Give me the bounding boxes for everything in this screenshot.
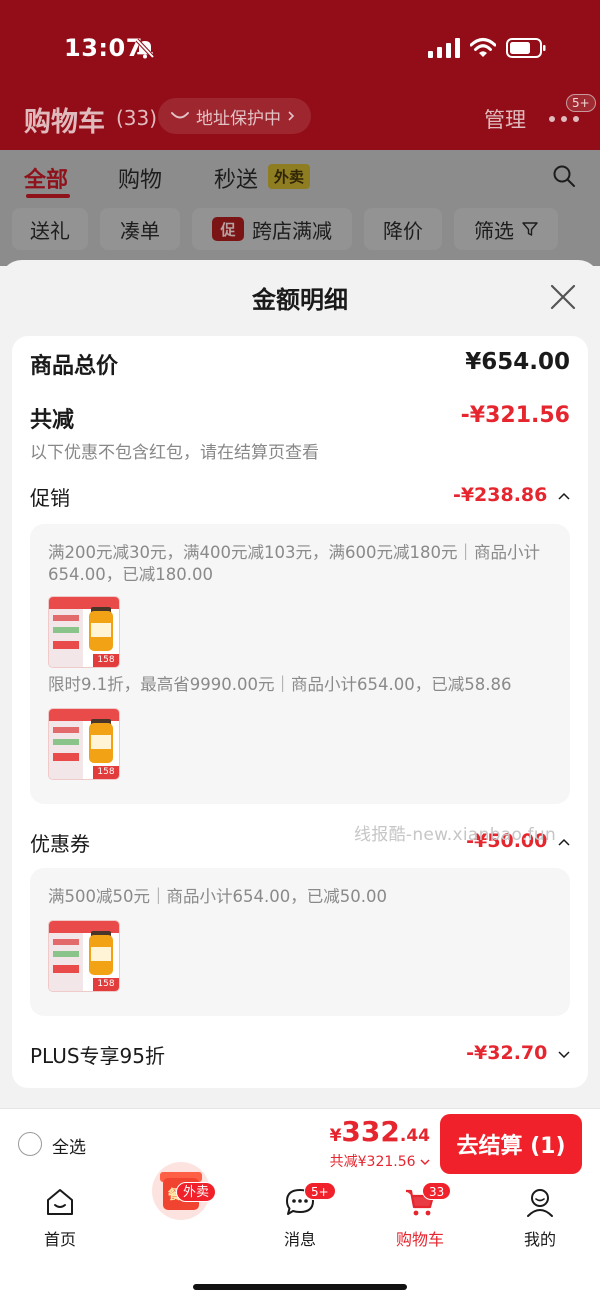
checkout-discount: 共减¥321.56 [329,1154,416,1170]
filter-bundle[interactable]: 凑单 [100,208,180,250]
signal-icon [428,38,460,58]
total-reduction-label: 共减 [30,408,75,433]
checkout-discount-toggle[interactable]: 共减¥321.56 [330,1151,430,1171]
amount-detail-card: 商品总价 ¥654.00 共减 -¥321.56 以下优惠不包含红包，请在结算页… [12,336,588,1088]
more-badge: 5+ [566,94,596,112]
cart-header: 购物车 (33) 地址保护中 管理 5+ [0,94,600,150]
checkout-button[interactable]: 去结算 (1) [440,1114,582,1174]
promo-detail-box: 满200元减30元，满400元减103元，满600元减180元｜商品小计654.… [30,524,570,804]
checkout-bar: 全选 ¥332.44 共减¥321.56 去结算 (1) [0,1108,600,1178]
smile-icon [171,112,189,119]
plus-discount-label: PLUS专享95折 [30,1044,165,1068]
tabbar-messages[interactable]: 5+ 消息 [250,1178,350,1258]
filter-gift-label: 送礼 [30,218,70,243]
page-title: 购物车 [24,107,105,138]
tabbar-me-label: 我的 [523,1230,556,1249]
coupon-label: 优惠券 [30,832,90,856]
promo-label: 促销 [30,486,70,510]
plus-discount-value: -¥32.70 [466,1042,548,1064]
product-thumbnail[interactable]: 158 [48,708,120,780]
tabbar-home[interactable]: 首页 [10,1178,110,1258]
cart-badge: 33 [422,1182,452,1200]
chevron-up-icon [558,838,570,846]
coupon-rule: 满500减50元｜商品小计654.00，已减50.00 [48,887,387,906]
tab-underline [26,194,70,198]
checkout-total: ¥332.44 [330,1115,430,1148]
select-all-label[interactable]: 全选 [52,1133,86,1158]
chevron-down-icon [558,1050,570,1058]
thumb-price: 158 [93,654,119,667]
promo-rule-1: 满200元减30元，满400元减103元，满600元减180元｜商品小计654.… [48,543,540,584]
filter-price-drop-label: 降价 [383,218,423,243]
thumb-price: 158 [93,766,119,779]
manage-button[interactable]: 管理 [484,104,526,134]
amount-detail-sheet: 金额明细 商品总价 ¥654.00 共减 -¥321.56 以下优惠不包含红包，… [0,260,600,1108]
promo-toggle[interactable]: -¥238.86 [453,484,570,506]
tab-instant-tag: 外卖 [268,164,311,189]
filter-screen[interactable]: 筛选 [454,208,558,250]
more-icon[interactable] [548,114,580,124]
funnel-icon [522,222,538,236]
bell-muted-icon [135,38,155,59]
tabbar-cart[interactable]: 33 购物车 [370,1178,470,1258]
watermark: 线报酷-new.xianbao.fun [354,825,557,845]
status-time: 13:07 [64,34,143,62]
search-icon[interactable] [552,164,576,188]
checkout-yen: ¥ [329,1126,342,1146]
messages-badge: 5+ [304,1182,336,1200]
filter-screen-label: 筛选 [474,218,514,243]
waimai-badge: 外卖 [176,1182,217,1202]
battery-icon [506,38,546,58]
filter-gift[interactable]: 送礼 [12,208,88,250]
home-icon [47,1189,73,1215]
checkout-price-dec: .44 [399,1126,430,1146]
home-indicator [193,1284,407,1290]
select-all-checkbox[interactable] [18,1132,42,1156]
tabbar-cart-label: 购物车 [395,1230,444,1249]
total-reduction-value: -¥321.56 [460,403,570,428]
tab-all[interactable]: 全部 [24,162,68,194]
product-thumbnail[interactable]: 158 [48,920,120,992]
tab-instant[interactable]: 秒送 [214,162,258,194]
reduction-note: 以下优惠不包含红包，请在结算页查看 [30,443,319,463]
tabbar-home-label: 首页 [43,1230,76,1249]
close-icon[interactable] [550,284,576,310]
total-price-value: ¥654.00 [465,349,570,375]
filter-price-drop[interactable]: 降价 [364,208,442,250]
filter-cross-store-label: 跨店满减 [252,218,332,243]
tabbar-me[interactable]: 我的 [490,1178,590,1258]
promo-rule-2: 限时9.1折，最高省9990.00元｜商品小计654.00，已减58.86 [48,675,512,694]
chevron-up-icon [558,492,570,500]
tab-shopping[interactable]: 购物 [118,162,162,194]
bottom-tab-bar: 首页 餐补 外卖 5+ 消息 33 购物车 我的 [0,1162,600,1304]
user-icon [527,1189,553,1217]
promo-value: -¥238.86 [452,484,548,506]
promo-icon: 促 [212,217,244,241]
chevron-down-icon [420,1159,430,1166]
cart-tabs: 全部 购物 秒送 外卖 [0,150,600,206]
filter-bundle-label: 凑单 [120,218,160,243]
filter-chips: 送礼 凑单 促 跨店满减 降价 筛选 [0,206,600,266]
plus-discount-toggle[interactable]: -¥32.70 [466,1042,570,1064]
address-protection-pill[interactable]: 地址保护中 [158,98,311,134]
coupon-detail-box: 满500减50元｜商品小计654.00，已减50.00 158 [30,868,570,1016]
address-protection-label: 地址保护中 [196,108,281,129]
thumb-price: 158 [93,978,119,991]
wifi-icon [470,38,496,57]
cart-count: (33) [116,106,158,130]
filter-cross-store[interactable]: 促 跨店满减 [192,208,352,250]
chevron-right-icon [288,111,295,121]
sheet-title: 金额明细 [252,286,348,314]
tabbar-messages-label: 消息 [283,1230,316,1249]
status-bar: 13:07 [0,0,600,96]
checkout-price-int: 332 [341,1115,400,1148]
total-price-label: 商品总价 [30,354,119,379]
product-thumbnail[interactable]: 158 [48,596,120,668]
